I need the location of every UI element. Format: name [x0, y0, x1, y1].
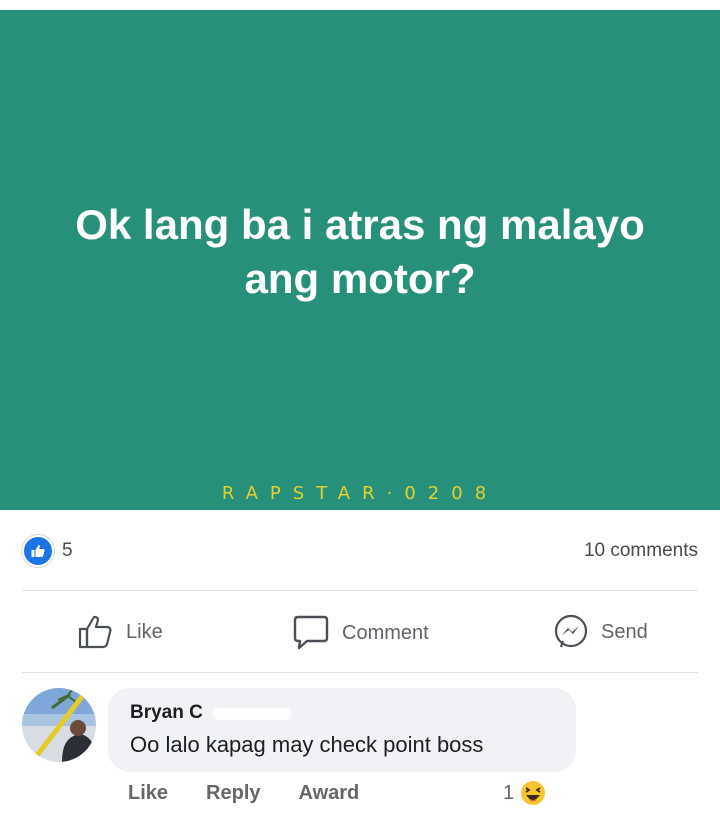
comment-reactions[interactable]: 1 [503, 778, 548, 808]
comment-reaction-count: 1 [503, 781, 515, 804]
comment-like-button[interactable]: Like [128, 782, 168, 805]
comment-text: Oo lalo kapag may check point boss [130, 732, 484, 757]
send-label: Send [601, 620, 648, 643]
like-icon [22, 535, 54, 567]
avatar[interactable] [22, 688, 96, 762]
divider [22, 590, 698, 591]
comment-button[interactable]: Comment [292, 614, 429, 652]
watermark: RAPSTAR·0208 [221, 483, 499, 504]
comment-award-button[interactable]: Award [299, 782, 360, 805]
post-text: Ok lang ba i atras ng malayo ang motor? [75, 201, 645, 302]
laughing-emoji-icon [519, 779, 548, 807]
top-border [0, 0, 720, 10]
comment-bubble[interactable]: Bryan C Oo lalo kapag may check point bo… [108, 688, 576, 772]
messenger-icon [554, 614, 588, 648]
comment-actions: Like Reply Award [128, 782, 397, 805]
send-button[interactable]: Send [553, 614, 648, 650]
post-actions: Like Comment Send [0, 612, 720, 654]
comment-icon [293, 615, 329, 650]
comment-reply-button[interactable]: Reply [206, 782, 260, 805]
name-redaction [212, 708, 292, 720]
like-button[interactable]: Like [78, 614, 163, 650]
thumbs-up-icon [78, 615, 112, 649]
comment-author[interactable]: Bryan C [130, 702, 203, 724]
like-label: Like [126, 620, 163, 643]
reaction-summary[interactable]: 5 [22, 535, 73, 567]
reaction-count: 5 [62, 540, 73, 561]
comment-label: Comment [342, 621, 429, 644]
divider [22, 672, 698, 673]
comments-count[interactable]: 10 comments [584, 540, 698, 562]
